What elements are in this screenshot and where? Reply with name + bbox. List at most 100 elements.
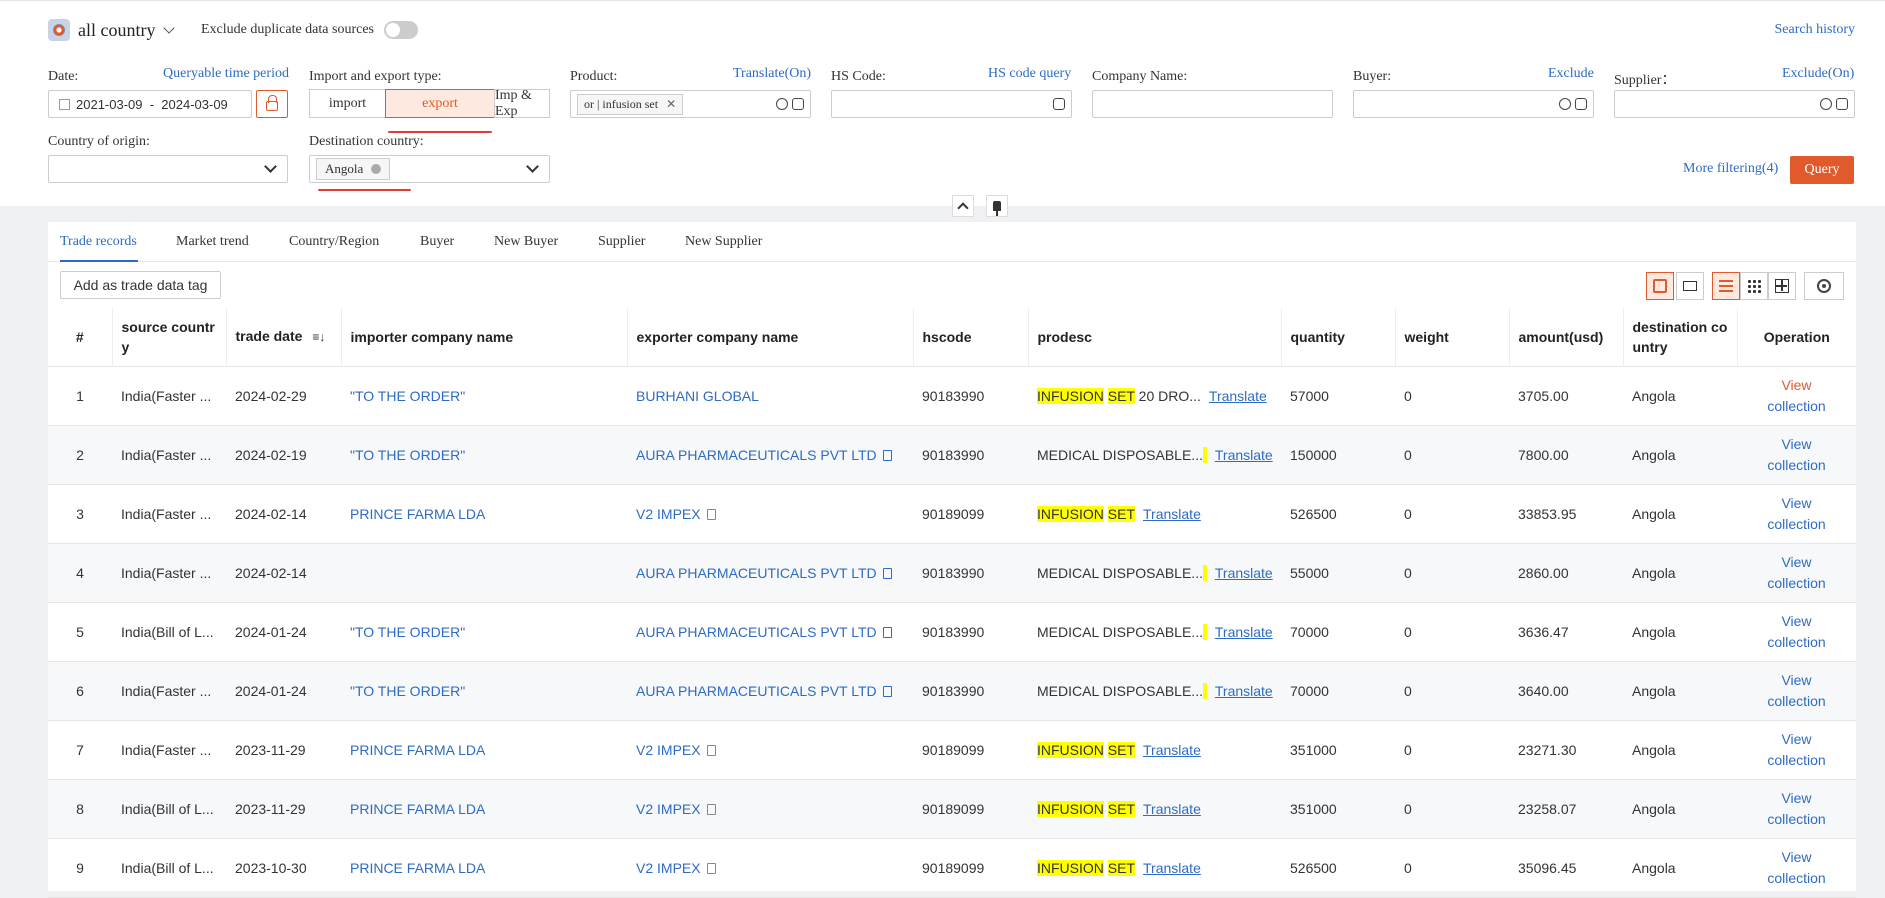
more-filtering-link[interactable]: More filtering(4) bbox=[1683, 161, 1778, 177]
translate-link[interactable]: Translate bbox=[1209, 388, 1267, 404]
view-link[interactable]: View bbox=[1746, 434, 1847, 455]
company-building-icon[interactable] bbox=[882, 449, 892, 461]
fullscreen-button[interactable] bbox=[1646, 272, 1674, 300]
exclude-duplicate-toggle[interactable] bbox=[384, 21, 418, 39]
translate-link[interactable]: Translate bbox=[1215, 565, 1273, 581]
translate-link[interactable]: Translate bbox=[1143, 742, 1201, 758]
company-building-icon[interactable] bbox=[882, 567, 892, 579]
importer-link[interactable]: PRINCE FARMA LDA bbox=[341, 484, 627, 543]
company-building-icon[interactable] bbox=[706, 862, 716, 874]
col-trade-date[interactable]: trade date ≡↓ bbox=[226, 308, 342, 366]
copy-icon[interactable] bbox=[1836, 98, 1848, 110]
list-view-button[interactable] bbox=[1712, 272, 1740, 300]
exporter-link[interactable]: AURA PHARMACEUTICALS PVT LTD bbox=[636, 683, 877, 699]
country-selector[interactable]: all country bbox=[48, 19, 176, 41]
hs-code-input[interactable] bbox=[831, 90, 1072, 118]
importer-link[interactable]: "TO THE ORDER" bbox=[341, 366, 627, 425]
company-name-input[interactable] bbox=[1092, 90, 1333, 118]
fit-width-button[interactable] bbox=[1676, 272, 1704, 300]
add-trade-tag-button[interactable]: Add as trade data tag bbox=[60, 271, 221, 299]
supplier-exclude-link[interactable]: Exclude(On) bbox=[1782, 66, 1854, 82]
date-range-input[interactable]: 2021-03-09 - 2024-03-09 bbox=[48, 90, 252, 118]
buyer-exclude-link[interactable]: Exclude bbox=[1548, 66, 1594, 82]
exporter-link[interactable]: AURA PHARMACEUTICALS PVT LTD bbox=[636, 447, 877, 463]
query-button[interactable]: Query bbox=[1790, 156, 1854, 184]
view-link[interactable]: View bbox=[1746, 493, 1847, 514]
queryable-period-link[interactable]: Queryable time period bbox=[163, 66, 289, 82]
view-link[interactable]: View bbox=[1746, 670, 1847, 691]
view-link[interactable]: View bbox=[1746, 552, 1847, 573]
importer-link[interactable]: "TO THE ORDER" bbox=[341, 602, 627, 661]
buyer-input[interactable] bbox=[1353, 90, 1594, 118]
view-link[interactable]: View bbox=[1746, 847, 1847, 868]
ai-icon[interactable] bbox=[776, 98, 788, 110]
importer-link[interactable]: PRINCE FARMA LDA bbox=[341, 779, 627, 838]
collection-link[interactable]: collection bbox=[1746, 396, 1847, 417]
tab-country-region[interactable]: Country/Region bbox=[289, 234, 379, 250]
tab-market-trend[interactable]: Market trend bbox=[176, 234, 249, 250]
collapse-button[interactable] bbox=[952, 195, 974, 217]
view-link[interactable]: View bbox=[1746, 729, 1847, 750]
tab-supplier[interactable]: Supplier bbox=[598, 234, 645, 250]
search-history-link[interactable]: Search history bbox=[1775, 22, 1855, 38]
importer-link[interactable]: "TO THE ORDER" bbox=[341, 425, 627, 484]
exporter-link[interactable]: AURA PHARMACEUTICALS PVT LTD bbox=[636, 624, 877, 640]
imp-exp-option[interactable]: Imp & Exp bbox=[494, 88, 550, 119]
tab-buyer[interactable]: Buyer bbox=[420, 234, 454, 250]
translate-link[interactable]: Translate bbox=[1215, 683, 1273, 699]
collection-link[interactable]: collection bbox=[1746, 632, 1847, 653]
tab-new-supplier[interactable]: New Supplier bbox=[685, 234, 762, 250]
ai-icon[interactable] bbox=[1820, 98, 1832, 110]
collection-link[interactable]: collection bbox=[1746, 750, 1847, 771]
importer-link[interactable]: PRINCE FARMA LDA bbox=[341, 838, 627, 897]
supplier-input[interactable] bbox=[1614, 90, 1855, 118]
sort-icon[interactable]: ≡↓ bbox=[312, 327, 325, 347]
translate-link[interactable]: Translate bbox=[1143, 506, 1201, 522]
lock-period-button[interactable] bbox=[256, 90, 288, 118]
export-option[interactable]: export bbox=[385, 89, 495, 118]
destination-select[interactable]: Angola bbox=[309, 155, 550, 183]
remove-icon[interactable] bbox=[371, 164, 382, 174]
view-link[interactable]: View bbox=[1746, 611, 1847, 632]
import-option[interactable]: import bbox=[309, 89, 386, 118]
ai-icon[interactable] bbox=[1559, 98, 1571, 110]
exporter-link[interactable]: V2 IMPEX bbox=[636, 742, 701, 758]
exporter-link[interactable]: AURA PHARMACEUTICALS PVT LTD bbox=[636, 565, 877, 581]
pin-button[interactable] bbox=[986, 195, 1008, 217]
copy-icon[interactable] bbox=[1575, 98, 1587, 110]
importer-link[interactable] bbox=[341, 543, 627, 602]
collection-link[interactable]: collection bbox=[1746, 691, 1847, 712]
view-link[interactable]: View bbox=[1746, 788, 1847, 809]
origin-select[interactable] bbox=[48, 155, 288, 183]
product-input[interactable]: or | infusion set ✕ bbox=[570, 90, 811, 118]
exporter-link[interactable]: V2 IMPEX bbox=[636, 801, 701, 817]
importer-link[interactable]: "TO THE ORDER" bbox=[341, 661, 627, 720]
grid-view-button[interactable] bbox=[1740, 272, 1768, 300]
translate-link[interactable]: Translate bbox=[1143, 860, 1201, 876]
tab-trade-records[interactable]: Trade records bbox=[60, 234, 137, 250]
company-building-icon[interactable] bbox=[706, 508, 716, 520]
translate-link[interactable]: Translate bbox=[1215, 624, 1273, 640]
collection-link[interactable]: collection bbox=[1746, 514, 1847, 535]
company-building-icon[interactable] bbox=[706, 803, 716, 815]
company-building-icon[interactable] bbox=[882, 685, 892, 697]
settings-button[interactable] bbox=[1804, 272, 1844, 300]
hs-code-query-link[interactable]: HS code query bbox=[988, 66, 1071, 82]
importer-link[interactable]: PRINCE FARMA LDA bbox=[341, 720, 627, 779]
exporter-link[interactable]: V2 IMPEX bbox=[636, 860, 701, 876]
company-building-icon[interactable] bbox=[706, 744, 716, 756]
collection-link[interactable]: collection bbox=[1746, 455, 1847, 476]
tab-new-buyer[interactable]: New Buyer bbox=[494, 234, 558, 250]
exporter-link[interactable]: V2 IMPEX bbox=[636, 506, 701, 522]
company-building-icon[interactable] bbox=[882, 626, 892, 638]
exporter-link[interactable]: BURHANI GLOBAL bbox=[636, 388, 759, 404]
copy-icon[interactable] bbox=[792, 98, 804, 110]
collection-link[interactable]: collection bbox=[1746, 573, 1847, 594]
translate-link[interactable]: Translate bbox=[1215, 447, 1273, 463]
collection-link[interactable]: collection bbox=[1746, 809, 1847, 830]
view-link[interactable]: View bbox=[1746, 375, 1847, 396]
close-icon[interactable]: ✕ bbox=[666, 97, 676, 112]
translate-link[interactable]: Translate bbox=[1143, 801, 1201, 817]
translate-toggle-link[interactable]: Translate(On) bbox=[733, 66, 811, 82]
collection-link[interactable]: collection bbox=[1746, 868, 1847, 889]
